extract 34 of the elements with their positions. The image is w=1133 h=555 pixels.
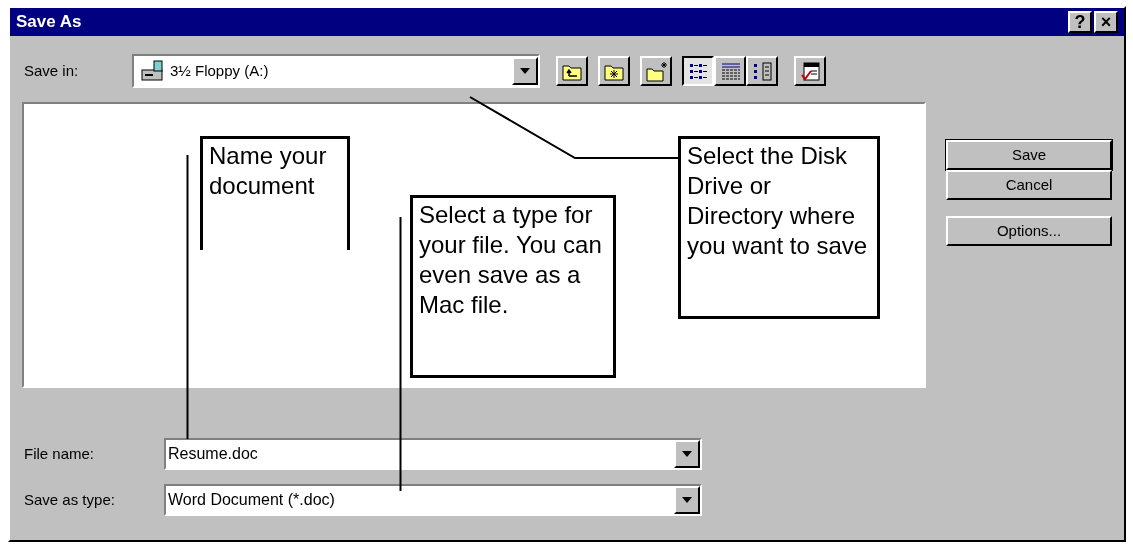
dropdown-button[interactable] — [674, 486, 700, 514]
desktop-button[interactable] — [598, 56, 630, 86]
details-button[interactable] — [714, 56, 746, 86]
new-folder-button[interactable] — [640, 56, 672, 86]
callout-text: Select the Disk Drive or Directory where you want to save — [678, 136, 880, 319]
options-button[interactable]: Options... — [946, 216, 1112, 246]
save-in-dropdown[interactable]: 3½ Floppy (A:) — [132, 54, 540, 88]
caret-icon — [520, 68, 530, 74]
commands-icon — [799, 60, 821, 82]
properties-view-icon — [751, 60, 773, 82]
dropdown-button[interactable] — [674, 440, 700, 468]
dropdown-button[interactable] — [512, 57, 538, 85]
list-button[interactable] — [682, 56, 714, 86]
window-title: Save As — [16, 11, 82, 34]
save-as-type-dropdown[interactable]: Word Document (*.doc) — [164, 484, 702, 516]
file-name-label: File name: — [24, 443, 96, 464]
caret-icon — [682, 497, 692, 503]
callout-text: Name your document — [200, 136, 350, 250]
save-in-value: 3½ Floppy (A:) — [170, 60, 270, 81]
up-folder-button[interactable] — [556, 56, 588, 86]
caret-icon — [682, 451, 692, 457]
commands-button[interactable] — [794, 56, 826, 86]
floppy-drive-icon — [140, 60, 166, 82]
cancel-button[interactable]: Cancel — [946, 170, 1112, 200]
details-view-icon — [719, 60, 741, 82]
save-button[interactable]: Save — [946, 140, 1112, 170]
help-button[interactable]: ? — [1068, 11, 1092, 33]
save-as-type-label: Save as type: — [24, 489, 116, 510]
close-button[interactable]: × — [1094, 11, 1118, 33]
properties-button[interactable] — [746, 56, 778, 86]
new-folder-icon — [645, 60, 667, 82]
save-in-label: Save in: — [24, 60, 80, 81]
callout-text: Select a type for your file. You can even save as a Mac file. — [410, 195, 616, 378]
file-name-field[interactable]: Resume.doc — [164, 438, 702, 470]
